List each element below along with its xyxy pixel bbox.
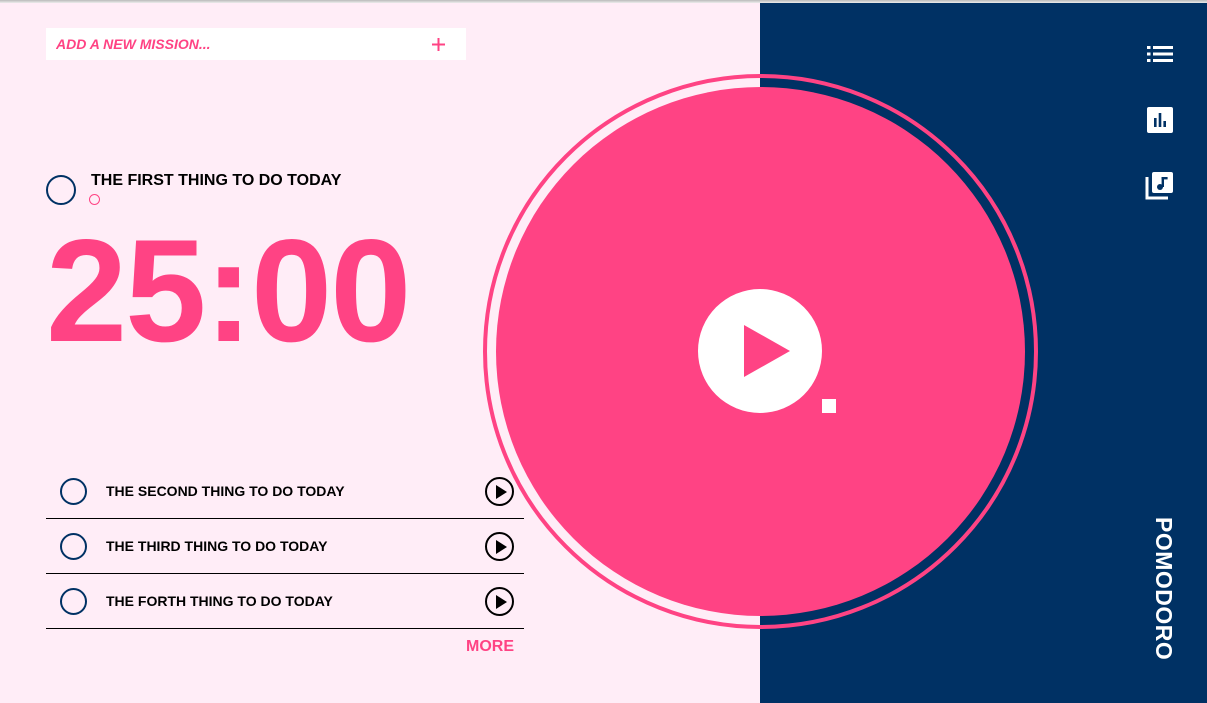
- window-top-border: [0, 0, 1207, 3]
- more-link[interactable]: MORE: [466, 638, 514, 656]
- stop-icon[interactable]: [822, 399, 836, 413]
- play-icon: [496, 540, 507, 554]
- task-row: THE FORTH THING TO DO TODAY: [46, 574, 524, 629]
- task-label: THE SECOND THING TO DO TODAY: [106, 483, 345, 499]
- current-task-title: THE FIRST THING TO DO TODAY: [91, 172, 342, 189]
- task-list: THE SECOND THING TO DO TODAY THE THIRD T…: [46, 464, 524, 629]
- task-checkbox[interactable]: [60, 478, 87, 505]
- current-task-checkbox[interactable]: [46, 175, 76, 205]
- app-brand: POMODORO: [1151, 517, 1177, 661]
- music-library-icon[interactable]: [1144, 169, 1176, 201]
- task-row: THE SECOND THING TO DO TODAY: [46, 464, 524, 519]
- chart-icon[interactable]: [1144, 104, 1176, 136]
- plus-icon: [431, 37, 445, 51]
- task-label: THE FORTH THING TO DO TODAY: [106, 593, 333, 609]
- task-label: THE THIRD THING TO DO TODAY: [106, 538, 328, 554]
- timer-display: 25:00: [46, 209, 411, 372]
- task-checkbox[interactable]: [60, 588, 87, 615]
- add-mission-bar: [46, 28, 466, 60]
- tomato-count-icon: [89, 194, 100, 205]
- task-checkbox[interactable]: [60, 533, 87, 560]
- play-icon: [744, 325, 790, 377]
- add-mission-button[interactable]: [426, 31, 450, 57]
- task-row: THE THIRD THING TO DO TODAY: [46, 519, 524, 574]
- task-play-button[interactable]: [485, 587, 514, 616]
- play-icon: [496, 485, 507, 499]
- task-play-button[interactable]: [485, 477, 514, 506]
- task-play-button[interactable]: [485, 532, 514, 561]
- add-mission-input[interactable]: [56, 36, 416, 52]
- list-icon[interactable]: [1144, 38, 1176, 70]
- start-timer-button[interactable]: [698, 289, 822, 413]
- play-icon: [496, 595, 507, 609]
